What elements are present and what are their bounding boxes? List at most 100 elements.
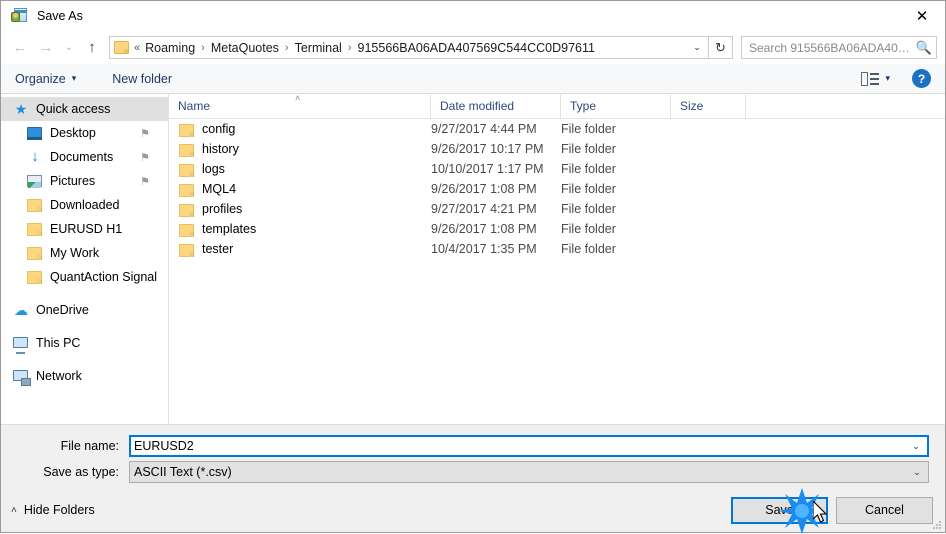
search-input[interactable]: Search 915566BA06ADA40756... 🔍 xyxy=(741,36,937,59)
file-name-input[interactable]: EURUSD2 ⌄ xyxy=(129,435,929,457)
cloud-icon: ☁ xyxy=(14,302,28,318)
sidebar-item-quick-access[interactable]: ★ Quick access xyxy=(1,97,168,121)
table-row[interactable]: MQL4 9/26/2017 1:08 PM File folder xyxy=(169,179,945,199)
network-icon xyxy=(13,370,28,381)
sidebar-item-label: QuantAction Signal xyxy=(50,270,158,284)
sidebar-item-desktop[interactable]: Desktop ⚑ xyxy=(1,121,168,145)
save-button[interactable]: Save xyxy=(731,496,828,524)
pictures-icon xyxy=(27,175,42,187)
sidebar-item-downloaded[interactable]: Downloaded xyxy=(1,193,168,217)
chevron-down-icon[interactable]: ⌄ xyxy=(905,441,927,452)
save-as-type-value: ASCII Text (*.csv) xyxy=(134,465,232,479)
file-type: File folder xyxy=(561,202,616,216)
chevron-right-icon: › xyxy=(347,41,352,54)
sort-ascending-icon: ˄ xyxy=(295,93,301,103)
breadcrumb-segment-terminal[interactable]: Terminal xyxy=(295,41,342,55)
file-name: config xyxy=(202,122,236,136)
file-type: File folder xyxy=(561,182,616,196)
hide-folders-label: Hide Folders xyxy=(23,503,95,517)
command-toolbar: Organize ▾ New folder ▾ ? xyxy=(1,64,945,94)
save-as-type-select[interactable]: ASCII Text (*.csv) ⌄ xyxy=(129,461,929,483)
dialog-body: ★ Quick access Desktop ⚑ ↓ Documents ⚑ P… xyxy=(1,93,945,424)
dialog-footer: ˄ Hide Folders Save Cancel xyxy=(1,488,945,532)
chevron-up-icon: ˄ xyxy=(11,504,17,516)
sidebar-item-my-work[interactable]: My Work xyxy=(1,241,168,265)
help-button[interactable]: ? xyxy=(912,69,931,88)
desktop-icon xyxy=(27,127,42,138)
table-row[interactable]: tester 10/4/2017 1:35 PM File folder xyxy=(169,239,945,259)
view-mode-icon[interactable] xyxy=(861,71,880,86)
table-row[interactable]: logs 10/10/2017 1:17 PM File folder xyxy=(169,159,945,179)
file-date: 9/27/2017 4:21 PM xyxy=(431,202,537,216)
column-header-size[interactable]: Size xyxy=(671,94,746,118)
breadcrumb-segment-roaming[interactable]: Roaming xyxy=(145,41,195,55)
save-form: File name: EURUSD2 ⌄ Save as type: ASCII… xyxy=(1,424,945,488)
address-bar: ← → ⌄ ↑ « Roaming › MetaQuotes › Termina… xyxy=(1,31,945,64)
breadcrumb-overflow-icon[interactable]: « xyxy=(134,42,140,54)
pin-icon[interactable]: ⚑ xyxy=(140,151,150,164)
window-title: Save As xyxy=(37,9,83,23)
folder-icon xyxy=(27,247,42,260)
close-icon[interactable]: ✕ xyxy=(899,1,945,31)
sidebar-item-eurusd-h1[interactable]: EURUSD H1 xyxy=(1,217,168,241)
column-headers: Name ˄ Date modified Type Size xyxy=(169,93,945,119)
save-as-type-row: Save as type: ASCII Text (*.csv) ⌄ xyxy=(17,461,929,483)
sidebar-item-label: Quick access xyxy=(36,102,111,116)
organize-button[interactable]: Organize ▾ xyxy=(15,72,76,86)
sidebar-item-network[interactable]: Network xyxy=(1,364,168,388)
breadcrumb[interactable]: « Roaming › MetaQuotes › Terminal › 9155… xyxy=(109,36,709,59)
forward-icon[interactable]: → xyxy=(33,36,59,60)
file-date: 9/26/2017 1:08 PM xyxy=(431,222,537,236)
file-name: tester xyxy=(202,242,234,256)
sidebar-item-label: Documents xyxy=(50,150,114,164)
breadcrumb-segment-metaquotes[interactable]: MetaQuotes xyxy=(211,41,279,55)
file-name: profiles xyxy=(202,202,243,216)
file-rows: config 9/27/2017 4:44 PM File folder his… xyxy=(169,119,945,424)
cancel-button[interactable]: Cancel xyxy=(836,496,933,524)
navigation-sidebar: ★ Quick access Desktop ⚑ ↓ Documents ⚑ P… xyxy=(1,94,169,424)
refresh-icon[interactable]: ↻ xyxy=(709,36,733,59)
table-row[interactable]: profiles 9/27/2017 4:21 PM File folder xyxy=(169,199,945,219)
column-header-filler xyxy=(746,94,945,118)
chevron-down-icon[interactable]: ⌄ xyxy=(686,37,708,58)
sidebar-item-label: My Work xyxy=(50,246,100,260)
recent-locations-icon[interactable]: ⌄ xyxy=(59,36,79,60)
file-type: File folder xyxy=(561,142,616,156)
sidebar-item-label: Downloaded xyxy=(50,198,120,212)
pin-icon[interactable]: ⚑ xyxy=(140,127,150,140)
folder-icon xyxy=(27,199,42,212)
file-name-value: EURUSD2 xyxy=(134,439,194,453)
file-name-row: File name: EURUSD2 ⌄ xyxy=(17,435,929,457)
file-list-pane: Name ˄ Date modified Type Size config 9/… xyxy=(169,93,945,424)
sidebar-item-label: Desktop xyxy=(50,126,96,140)
sidebar-item-onedrive[interactable]: ☁ OneDrive xyxy=(1,298,168,322)
sidebar-item-label: EURUSD H1 xyxy=(50,222,123,236)
new-folder-button[interactable]: New folder xyxy=(112,72,172,86)
file-date: 9/27/2017 4:44 PM xyxy=(431,122,537,136)
sidebar-item-pictures[interactable]: Pictures ⚑ xyxy=(1,169,168,193)
sidebar-item-this-pc[interactable]: This PC xyxy=(1,331,168,355)
table-row[interactable]: history 9/26/2017 10:17 PM File folder xyxy=(169,139,945,159)
pin-icon[interactable]: ⚑ xyxy=(140,175,150,188)
resize-grip[interactable] xyxy=(932,520,942,530)
hide-folders-button[interactable]: ˄ Hide Folders xyxy=(11,503,95,517)
chevron-right-icon: › xyxy=(201,41,205,54)
folder-icon xyxy=(27,223,42,236)
sidebar-item-quantaction-signal[interactable]: QuantAction Signal xyxy=(1,265,168,289)
file-date: 9/26/2017 10:17 PM xyxy=(431,142,544,156)
file-type: File folder xyxy=(561,162,616,176)
column-header-type[interactable]: Type xyxy=(561,94,671,118)
table-row[interactable]: templates 9/26/2017 1:08 PM File folder xyxy=(169,219,945,239)
column-header-name[interactable]: Name ˄ xyxy=(169,93,431,118)
breadcrumb-segment-id[interactable]: 915566BA06ADA407569C544CC0D97611 xyxy=(358,41,595,55)
chevron-down-icon[interactable]: ▾ xyxy=(885,73,890,84)
sidebar-item-documents[interactable]: ↓ Documents ⚑ xyxy=(1,145,168,169)
pc-icon xyxy=(13,337,28,348)
search-icon: 🔍 xyxy=(915,39,932,55)
table-row[interactable]: config 9/27/2017 4:44 PM File folder xyxy=(169,119,945,139)
save-as-dialog: Save As ✕ ← → ⌄ ↑ « Roaming › MetaQuotes… xyxy=(0,0,946,534)
column-header-date-modified[interactable]: Date modified xyxy=(431,94,561,118)
up-icon[interactable]: ↑ xyxy=(79,36,105,60)
chevron-down-icon[interactable]: ⌄ xyxy=(906,467,928,478)
back-icon[interactable]: ← xyxy=(7,36,33,60)
